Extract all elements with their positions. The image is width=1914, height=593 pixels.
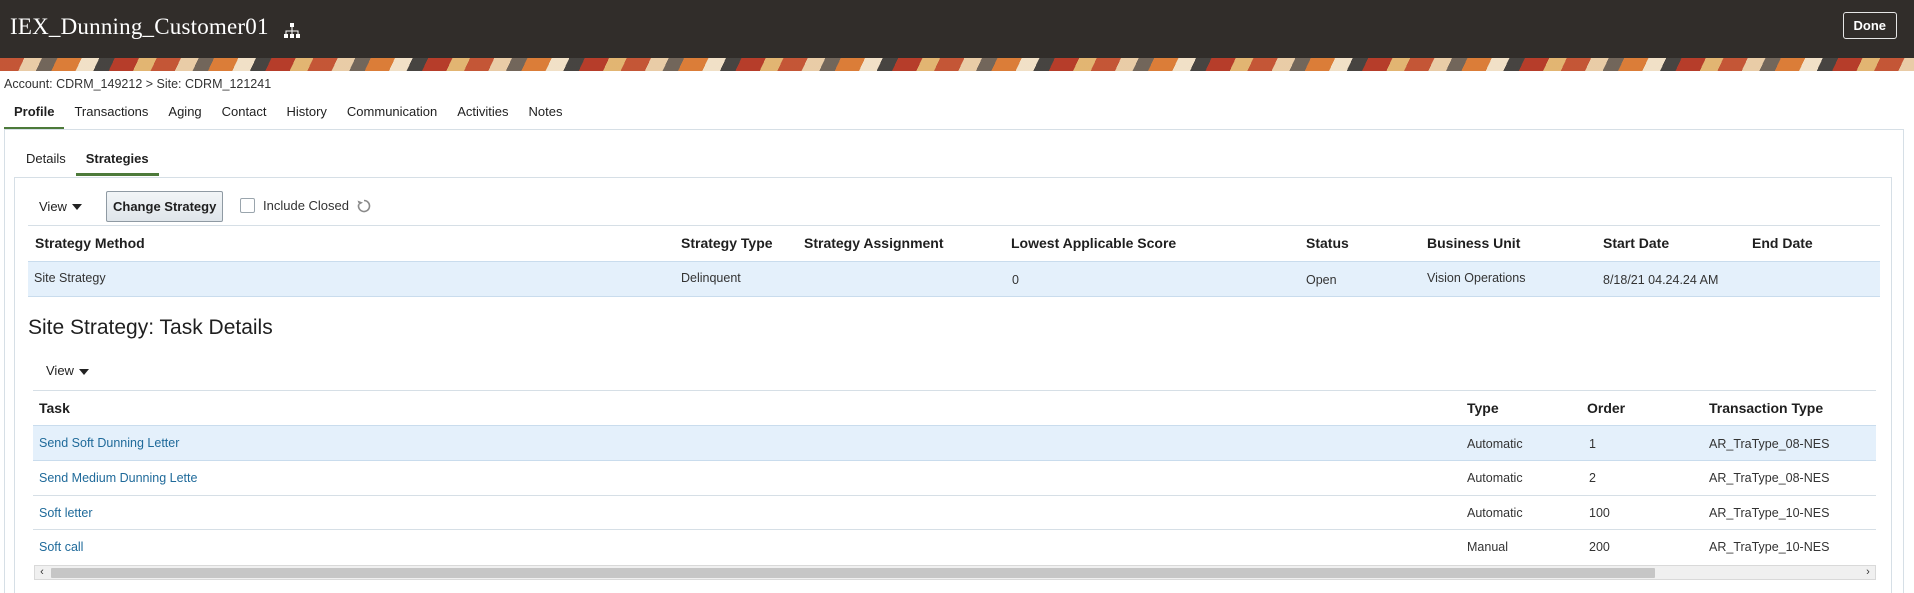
include-closed-label: Include Closed — [263, 198, 349, 213]
col-start-date[interactable]: Start Date — [1603, 235, 1669, 251]
task-view-menu-label: View — [46, 363, 74, 378]
row-divider — [33, 529, 1876, 530]
main-tabs: Profile Transactions Aging Contact Histo… — [4, 99, 573, 130]
scroll-left-icon[interactable]: ‹ — [35, 566, 49, 579]
tab-contact[interactable]: Contact — [212, 99, 277, 130]
cell-transaction-type: AR_TraType_08-NES — [1709, 437, 1830, 451]
task-details-heading: Site Strategy: Task Details — [28, 316, 273, 339]
page-title: IEX_Dunning_Customer01 — [10, 14, 269, 39]
tab-transactions[interactable]: Transactions — [64, 99, 158, 130]
hierarchy-icon[interactable] — [283, 22, 301, 40]
col-lowest-applicable-score[interactable]: Lowest Applicable Score — [1011, 235, 1176, 251]
col-strategy-assignment[interactable]: Strategy Assignment — [804, 235, 944, 251]
cell-transaction-type: AR_TraType_08-NES — [1709, 471, 1830, 485]
col-strategy-method[interactable]: Strategy Method — [35, 235, 145, 251]
chevron-down-icon — [78, 368, 89, 375]
scroll-right-icon[interactable]: › — [1861, 566, 1875, 579]
include-closed-option: Include Closed — [240, 198, 349, 213]
cell-type: Automatic — [1467, 506, 1523, 520]
sub-tabs: Details Strategies — [16, 146, 159, 176]
change-strategy-button[interactable]: Change Strategy — [106, 191, 224, 222]
cell-business-unit: Vision Operations — [1427, 271, 1526, 285]
cell-order: 1 — [1589, 437, 1596, 451]
cell-order: 2 — [1589, 471, 1596, 485]
row-divider — [33, 495, 1876, 496]
task-link[interactable]: Send Medium Dunning Lette — [39, 471, 197, 485]
horizontal-scrollbar[interactable]: ‹ › — [34, 565, 1876, 580]
task-link[interactable]: Send Soft Dunning Letter — [39, 436, 179, 450]
tab-details[interactable]: Details — [16, 146, 76, 176]
tab-communication[interactable]: Communication — [337, 99, 447, 130]
breadcrumb: Account: CDRM_149212 > Site: CDRM_121241 — [4, 77, 272, 91]
chevron-down-icon — [71, 204, 82, 210]
cell-type: Manual — [1467, 540, 1508, 554]
cell-start-date: 8/18/21 04.24.24 AM — [1603, 273, 1719, 287]
tab-strategies[interactable]: Strategies — [75, 146, 159, 176]
col-task[interactable]: Task — [39, 400, 70, 416]
table-row[interactable] — [33, 425, 1876, 461]
col-business-unit[interactable]: Business Unit — [1427, 235, 1520, 251]
task-table-top-border — [33, 390, 1876, 391]
refresh-icon[interactable] — [356, 198, 372, 214]
col-end-date[interactable]: End Date — [1752, 235, 1813, 251]
task-view-menu[interactable]: View — [46, 363, 89, 378]
cell-transaction-type: AR_TraType_10-NES — [1709, 540, 1830, 554]
strategies-toolbar: View — [39, 190, 82, 222]
cell-strategy-method: Site Strategy — [34, 271, 106, 285]
col-transaction-type[interactable]: Transaction Type — [1709, 400, 1823, 416]
decorative-banner — [0, 58, 1914, 71]
col-order[interactable]: Order — [1587, 400, 1625, 416]
cell-status: Open — [1306, 273, 1337, 287]
tab-history[interactable]: History — [276, 99, 336, 130]
done-button[interactable]: Done — [1842, 12, 1897, 39]
app-header: IEX_Dunning_Customer01 Done — [0, 0, 1914, 58]
cell-strategy-type: Delinquent — [681, 271, 741, 285]
col-type[interactable]: Type — [1467, 400, 1499, 416]
tab-aging[interactable]: Aging — [158, 99, 211, 130]
cell-type: Automatic — [1467, 437, 1523, 451]
col-strategy-type[interactable]: Strategy Type — [681, 235, 773, 251]
view-menu[interactable]: View — [39, 199, 82, 214]
tab-profile[interactable]: Profile — [4, 99, 65, 130]
table-top-border — [28, 225, 1880, 226]
tab-activities[interactable]: Activities — [447, 99, 518, 130]
task-link[interactable]: Soft letter — [39, 506, 93, 520]
scrollbar-thumb[interactable] — [51, 568, 1655, 578]
task-link[interactable]: Soft call — [39, 540, 83, 554]
include-closed-checkbox[interactable] — [240, 198, 255, 213]
cell-order: 200 — [1589, 540, 1610, 554]
tab-notes[interactable]: Notes — [519, 99, 573, 130]
cell-type: Automatic — [1467, 471, 1523, 485]
col-status[interactable]: Status — [1306, 235, 1349, 251]
cell-order: 100 — [1589, 506, 1610, 520]
view-menu-label: View — [39, 198, 67, 214]
cell-score: 0 — [1012, 273, 1019, 287]
cell-transaction-type: AR_TraType_10-NES — [1709, 506, 1830, 520]
